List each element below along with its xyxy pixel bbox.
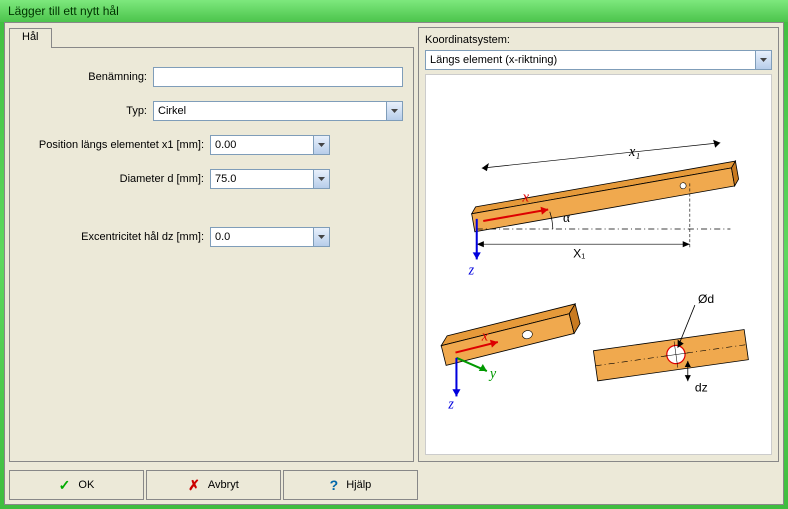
diagram-svg: x x₁ α bbox=[426, 75, 771, 454]
combo-coord-text: Längs element (x-riktning) bbox=[426, 51, 755, 69]
diagram-dz: dz bbox=[695, 380, 708, 394]
button-bar: ✓ OK ✗ Avbryt ? Hjälp bbox=[5, 466, 783, 504]
label-typ: Typ: bbox=[20, 105, 153, 117]
combo-typ[interactable]: Cirkel bbox=[153, 101, 403, 121]
ok-label: OK bbox=[78, 479, 94, 491]
title-bar: Lägger till ett nytt hål bbox=[0, 0, 788, 22]
diagram-x2: x bbox=[481, 329, 489, 345]
main-area: Hål Benämning: Typ: Cirkel bbox=[5, 23, 783, 466]
diagram-alpha: α bbox=[563, 210, 570, 225]
label-position: Position längs elementet x1 [mm]: bbox=[20, 139, 210, 151]
help-label: Hjälp bbox=[346, 479, 371, 491]
input-benamning[interactable] bbox=[153, 67, 403, 87]
ok-button[interactable]: ✓ OK bbox=[9, 470, 144, 500]
combo-excentricitet-text: 0.0 bbox=[211, 228, 313, 246]
diagram-z-bot: z bbox=[447, 397, 454, 413]
diagram-Od: Ød bbox=[698, 292, 714, 306]
row-excentricitet: Excentricitet hål dz [mm]: 0.0 bbox=[20, 226, 403, 248]
label-excentricitet: Excentricitet hål dz [mm]: bbox=[20, 231, 210, 243]
chevron-down-icon bbox=[313, 228, 329, 246]
help-icon: ? bbox=[330, 477, 339, 493]
combo-position-text: 0.00 bbox=[211, 136, 313, 154]
cancel-label: Avbryt bbox=[208, 479, 239, 491]
check-icon: ✓ bbox=[59, 477, 71, 494]
tab-hal-label: Hål bbox=[22, 31, 39, 43]
row-diameter: Diameter d [mm]: 75.0 bbox=[20, 168, 403, 190]
row-position: Position längs elementet x1 [mm]: 0.00 bbox=[20, 134, 403, 156]
chevron-down-icon bbox=[755, 51, 771, 69]
combo-diameter-text: 75.0 bbox=[211, 170, 313, 188]
content-area: Hål Benämning: Typ: Cirkel bbox=[4, 22, 784, 505]
chevron-down-icon bbox=[313, 136, 329, 154]
chevron-down-icon bbox=[313, 170, 329, 188]
label-benamning: Benämning: bbox=[20, 71, 153, 83]
combo-diameter[interactable]: 75.0 bbox=[210, 169, 330, 189]
cancel-button[interactable]: ✗ Avbryt bbox=[146, 470, 281, 500]
combo-typ-text: Cirkel bbox=[154, 102, 386, 120]
tab-header: Hål bbox=[9, 27, 414, 47]
diagram-z-top: z bbox=[468, 263, 475, 279]
right-panel: Koordinatsystem: Längs element (x-riktni… bbox=[418, 27, 779, 462]
row-typ: Typ: Cirkel bbox=[20, 100, 403, 122]
left-panel: Hål Benämning: Typ: Cirkel bbox=[9, 27, 414, 462]
dialog-window: Lägger till ett nytt hål Hål Benämning: bbox=[0, 0, 788, 509]
row-benamning: Benämning: bbox=[20, 66, 403, 88]
label-diameter: Diameter d [mm]: bbox=[20, 173, 210, 185]
combo-coord[interactable]: Längs element (x-riktning) bbox=[425, 50, 772, 70]
help-button[interactable]: ? Hjälp bbox=[283, 470, 418, 500]
tab-hal[interactable]: Hål bbox=[9, 28, 52, 48]
diagram-y: y bbox=[488, 366, 497, 382]
chevron-down-icon bbox=[386, 102, 402, 120]
window-title: Lägger till ett nytt hål bbox=[8, 4, 119, 18]
close-icon: ✗ bbox=[188, 477, 200, 494]
diagram-X1: X₁ bbox=[573, 246, 585, 260]
combo-position[interactable]: 0.00 bbox=[210, 135, 330, 155]
combo-excentricitet[interactable]: 0.0 bbox=[210, 227, 330, 247]
diagram: x x₁ α bbox=[425, 74, 772, 455]
diagram-x: x bbox=[521, 189, 529, 206]
tab-body: Benämning: Typ: Cirkel Positio bbox=[9, 47, 414, 462]
label-coord: Koordinatsystem: bbox=[425, 34, 772, 46]
